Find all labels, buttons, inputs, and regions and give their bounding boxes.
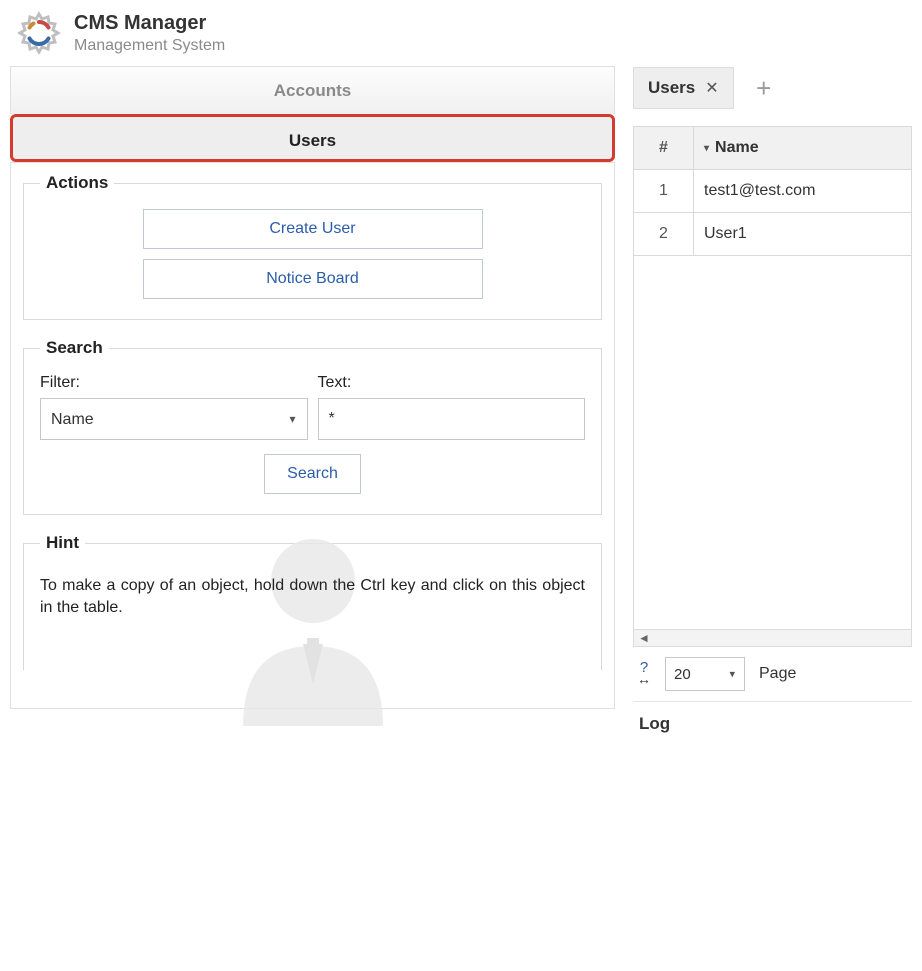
notice-board-button[interactable]: Notice Board	[143, 259, 483, 299]
filter-label: Filter:	[40, 374, 308, 392]
hint-text: To make a copy of an object, hold down t…	[40, 575, 585, 620]
cell-index: 2	[634, 213, 694, 256]
cell-name: User1	[694, 213, 911, 256]
nav-tab-users[interactable]: Users	[10, 114, 615, 162]
close-icon[interactable]: ✕	[705, 78, 718, 98]
table-row[interactable]: 1 test1@test.com	[634, 170, 911, 213]
log-header: Log	[633, 702, 912, 746]
users-grid: # ▾ Name 1 test1@test.com 2 User1	[633, 126, 912, 630]
search-button[interactable]: Search	[264, 454, 361, 494]
tabstrip: Users ✕ +	[633, 66, 912, 110]
side-panel: Actions Create User Notice Board Search …	[10, 162, 615, 709]
app-header: CMS Manager Management System	[10, 10, 912, 56]
tab-users[interactable]: Users ✕	[633, 67, 734, 109]
avatar-placeholder-icon	[203, 526, 423, 730]
actions-group: Actions Create User Notice Board	[23, 173, 602, 320]
horizontal-scrollbar[interactable]: ◄	[633, 629, 912, 647]
add-tab-button[interactable]: +	[740, 66, 788, 110]
search-legend: Search	[40, 338, 109, 358]
app-subtitle: Management System	[74, 37, 225, 55]
actions-legend: Actions	[40, 173, 114, 193]
tab-users-label: Users	[648, 78, 695, 98]
search-text-input[interactable]	[318, 398, 586, 440]
page-label: Page	[759, 665, 796, 683]
col-header-name[interactable]: ▾ Name	[694, 127, 912, 170]
search-group: Search Filter: Name ▾ Text:	[23, 338, 602, 515]
cell-index: 1	[634, 170, 694, 213]
col-header-index[interactable]: #	[634, 127, 694, 170]
cell-name: test1@test.com	[694, 170, 911, 213]
scroll-left-icon: ◄	[638, 631, 650, 645]
col-header-name-label: Name	[715, 139, 759, 157]
gear-logo-icon	[16, 10, 62, 56]
text-label: Text:	[318, 374, 586, 392]
table-row[interactable]: 2 User1	[634, 213, 911, 256]
hint-legend: Hint	[40, 533, 85, 553]
plus-icon: +	[756, 73, 771, 104]
nav-tab-accounts[interactable]: Accounts	[10, 66, 615, 114]
filter-select[interactable]: Name	[40, 398, 308, 440]
hint-group: Hint To make a copy of an object, hold d…	[23, 533, 602, 670]
fit-columns-icon[interactable]: ? ↔	[637, 662, 651, 685]
app-title: CMS Manager	[74, 12, 225, 35]
page-size-select[interactable]: 20	[665, 657, 745, 691]
create-user-button[interactable]: Create User	[143, 209, 483, 249]
sort-desc-icon: ▾	[704, 143, 709, 154]
pager: ? ↔ 20 ▾ Page	[633, 647, 912, 702]
